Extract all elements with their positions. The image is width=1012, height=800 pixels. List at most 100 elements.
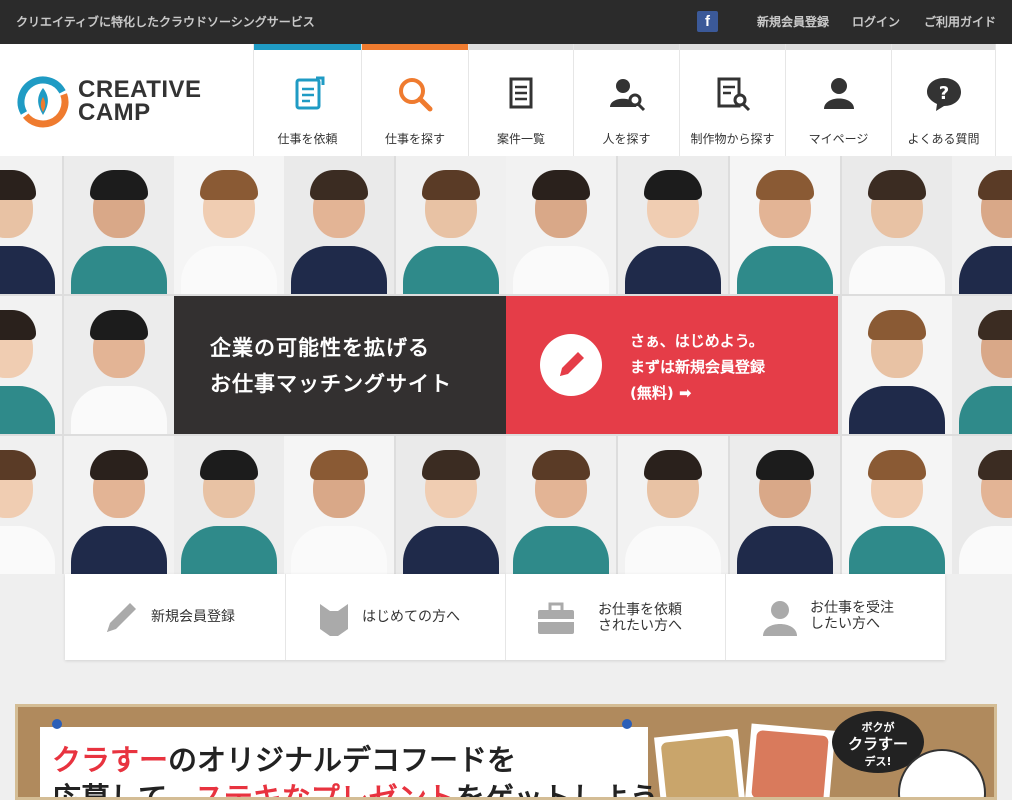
member-photo [730, 436, 840, 574]
member-photo [0, 296, 62, 434]
member-photo [0, 436, 62, 574]
document-pen-icon [295, 76, 324, 110]
cta-free-label: (無料) [630, 384, 674, 402]
member-photo [730, 156, 840, 294]
hero-tagline-panel: 企業の可能性を拡げる お仕事マッチングサイト [174, 296, 506, 434]
member-photo [0, 156, 62, 294]
document-list-icon [509, 77, 533, 109]
logo-mark-icon [17, 76, 69, 128]
question-icon: ? [926, 78, 961, 111]
subnav-register[interactable]: 新規会員登録 [65, 574, 284, 660]
nav-faq[interactable]: ? よくある質問 [891, 44, 996, 156]
facebook-icon[interactable]: f [697, 11, 718, 32]
deco-food-campaign-banner[interactable]: クラすーのオリジナルデコフードを 応募して、ステキなプレゼントをゲットしよう! … [15, 704, 997, 800]
hero-tagline-line2: お仕事マッチングサイト [210, 372, 452, 396]
banner-paper: クラすーのオリジナルデコフードを 応募して、ステキなプレゼントをゲットしよう! [40, 727, 672, 797]
member-photo [842, 436, 952, 574]
nav-label: マイページ [808, 132, 869, 146]
banner-text-b: をゲットしよう! [455, 781, 672, 800]
nav-label: 制作物から探す [690, 132, 775, 146]
member-photo [618, 156, 728, 294]
subnav-label-line2: したい方へ [810, 616, 880, 632]
user-icon [763, 601, 797, 636]
person-search-icon [609, 79, 645, 112]
guide-link[interactable]: ご利用ガイド [924, 13, 996, 30]
pencil-circle-icon [540, 334, 602, 396]
member-photo [64, 296, 174, 434]
member-photo [618, 436, 728, 574]
subnav-label: お仕事を依頼 されたい方へ [598, 602, 682, 634]
nav-accent-bar [892, 44, 995, 50]
nav-request-work[interactable]: 仕事を依頼 [253, 44, 361, 156]
magnifier-icon [399, 78, 433, 112]
member-photo [174, 436, 284, 574]
nav-accent-bar [469, 44, 573, 50]
subnav-clients[interactable]: お仕事を依頼 されたい方へ [505, 574, 724, 660]
nav-label: 仕事を依頼 [277, 132, 338, 146]
svg-text:?: ? [938, 83, 948, 104]
member-photo [952, 156, 1012, 294]
member-photo [64, 436, 174, 574]
briefcase-icon [538, 602, 574, 634]
nav-my-page[interactable]: マイページ [785, 44, 891, 156]
member-photo [284, 436, 394, 574]
subnav-label-line1: お仕事を依頼 [598, 602, 682, 618]
member-photo [64, 156, 174, 294]
login-link[interactable]: ログイン [852, 13, 900, 30]
member-photo [506, 156, 616, 294]
cta-line3: (無料) ➡ [630, 382, 692, 403]
nav-label: 仕事を探す [384, 132, 445, 146]
nav-label: 人を探す [602, 132, 651, 146]
register-link[interactable]: 新規会員登録 [757, 13, 829, 30]
subnav-label: 新規会員登録 [151, 609, 235, 625]
banner-headline-line1: クラすーのオリジナルデコフードを [52, 737, 516, 779]
nav-label: 案件一覧 [496, 132, 545, 146]
nav-accent-bar [254, 44, 361, 50]
nav-accent-bar [680, 44, 785, 50]
sub-navigation: 新規会員登録 はじめての方へ お仕事を依頼 されたい方へ お仕事を受注 したい方… [65, 574, 945, 660]
subnav-workers[interactable]: お仕事を受注 したい方へ [725, 574, 944, 660]
site-tagline: クリエイティブに特化したクラウドソーシングサービス [16, 15, 315, 29]
member-photo-grid: 企業の可能性を拡げる お仕事マッチングサイト さぁ、はじめよう。 まずは新規会員… [0, 156, 1012, 574]
document-search-icon [717, 77, 750, 112]
member-photo [396, 156, 506, 294]
nav-accent-bar [574, 44, 679, 50]
member-photo [284, 156, 394, 294]
bookmark-icon [320, 604, 348, 636]
member-photo [952, 296, 1012, 434]
nav-accent-bar [362, 44, 468, 50]
logo-text-line1: CREATIVE [78, 76, 202, 103]
nav-find-people[interactable]: 人を探す [573, 44, 679, 156]
pushpin-icon [622, 719, 632, 729]
banner-text-a: 応募して、 [52, 781, 195, 800]
nav-find-works[interactable]: 制作物から探す [679, 44, 785, 156]
hero-tagline-line1: 企業の可能性を拡げる [210, 336, 430, 360]
logo-text-line2: CAMP [78, 99, 151, 126]
nav-accent-bar [786, 44, 891, 50]
creative-camp-logo[interactable]: CREATIVE CAMP [16, 75, 216, 128]
nav-find-work[interactable]: 仕事を探す [361, 44, 468, 156]
banner-mascot-name: クラすー [52, 743, 169, 777]
nav-project-list[interactable]: 案件一覧 [468, 44, 573, 156]
subnav-label-line1: お仕事を受注 [810, 600, 894, 616]
bubble-text-2: クラすー [847, 735, 908, 753]
arrow-right-icon: ➡ [678, 384, 692, 402]
subnav-label: はじめての方へ [362, 609, 460, 625]
deco-food-photo [744, 723, 836, 797]
member-photo [842, 296, 952, 434]
logo-text: CREATIVE CAMP [78, 76, 202, 126]
member-photo [396, 436, 506, 574]
banner-headline-line2: 応募して、ステキなプレゼントをゲットしよう! [52, 775, 672, 800]
top-bar: クリエイティブに特化したクラウドソーシングサービス f 新規会員登録 ログイン … [0, 0, 1012, 44]
pencil-icon [107, 603, 136, 632]
subnav-label-line2: されたい方へ [598, 618, 682, 634]
member-photo [506, 436, 616, 574]
subnav-label: お仕事を受注 したい方へ [810, 600, 894, 632]
banner-headline-text: のオリジナルデコフードを [168, 743, 517, 777]
member-photo [842, 156, 952, 294]
register-cta-panel[interactable]: さぁ、はじめよう。 まずは新規会員登録 (無料) ➡ [506, 296, 838, 434]
cta-line1: さぁ、はじめよう。 [630, 332, 764, 350]
subnav-beginners[interactable]: はじめての方へ [285, 574, 504, 660]
member-photo [174, 156, 284, 294]
deco-food-photo [654, 728, 746, 797]
